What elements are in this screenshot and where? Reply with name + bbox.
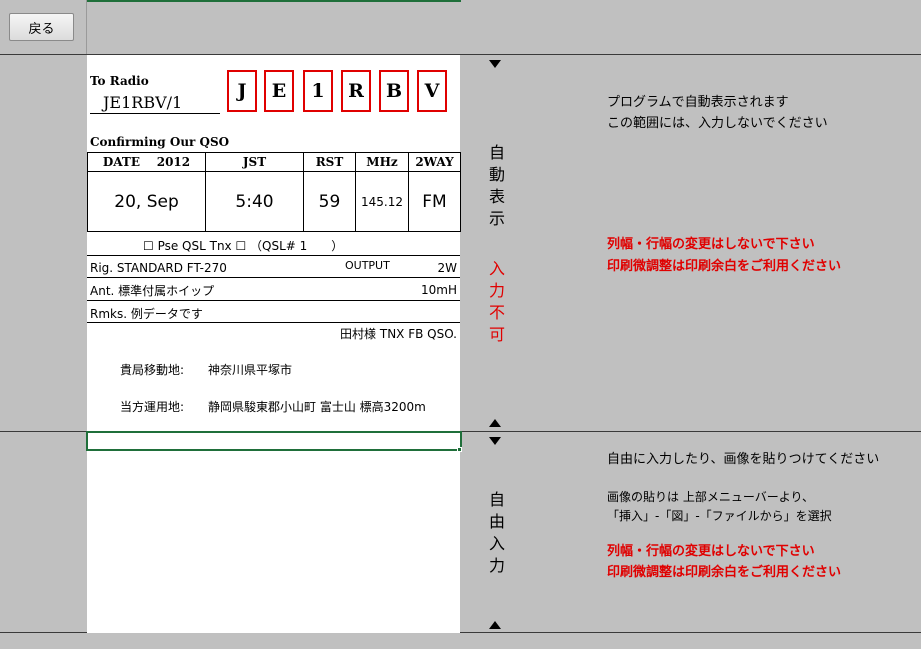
free-note-line: 画像の貼りは 上部メニューバーより、 bbox=[607, 490, 814, 504]
free-input-char: 入 bbox=[488, 534, 505, 553]
year-header-label: 2012 bbox=[156, 155, 191, 169]
callsign-letter-box: V bbox=[417, 70, 447, 112]
callsign-letter-box: R bbox=[341, 70, 371, 112]
range-end-arrow-icon bbox=[489, 621, 501, 629]
no-input-char: 不 bbox=[488, 303, 505, 322]
qso-table: DATE 2012 JST RST MHz 2WAY 20, Sep 5:40 … bbox=[87, 152, 461, 232]
mode-header: 2WAY bbox=[408, 152, 461, 172]
remarks-text: Rmks. 例データです bbox=[90, 307, 203, 321]
thanks-text: 田村様 TNX FB QSO. bbox=[340, 327, 457, 341]
callsign-letter-box: B bbox=[379, 70, 409, 112]
jst-header: JST bbox=[205, 152, 304, 172]
no-input-char: 力 bbox=[488, 281, 505, 300]
free-input-char: 自 bbox=[488, 490, 505, 509]
mhz-header: MHz bbox=[355, 152, 409, 172]
back-button[interactable]: 戻る bbox=[9, 13, 74, 41]
row-divider bbox=[87, 322, 460, 323]
antenna-text: Ant. 標準付属ホイップ bbox=[90, 284, 215, 298]
output-label: OUTPUT bbox=[345, 259, 390, 272]
date-value: 20, Sep bbox=[87, 171, 206, 232]
auto-note-line: プログラムで自動表示されます bbox=[607, 95, 789, 110]
callsign-underline bbox=[90, 113, 220, 114]
callsign-text: JE1RBV/1 bbox=[103, 93, 183, 112]
row-divider bbox=[87, 277, 460, 278]
range-end-arrow-icon bbox=[489, 419, 501, 427]
date-header-label: DATE bbox=[102, 155, 140, 169]
free-input-label: 自 由 入 力 bbox=[486, 489, 508, 577]
our-location-label: 当方運用地: bbox=[120, 400, 185, 414]
row-divider bbox=[87, 300, 460, 301]
confirming-qso-label: Confirming Our QSO bbox=[90, 135, 230, 149]
auto-display-char: 示 bbox=[488, 209, 505, 228]
output-value: 2W bbox=[437, 261, 458, 275]
qsl-request-line: ☐ Pse QSL Tnx ☐ （QSL# 1 ） bbox=[143, 239, 344, 253]
callsign-letter-box: J bbox=[227, 70, 257, 112]
no-input-char: 入 bbox=[488, 259, 505, 278]
auto-display-char: 表 bbox=[488, 187, 505, 206]
antenna-height: 10mH bbox=[421, 283, 457, 297]
to-radio-label: To Radio bbox=[90, 74, 149, 88]
auto-note-line: この範囲には、入力しないでください bbox=[607, 116, 828, 131]
no-input-label: 入 力 不 可 bbox=[486, 258, 508, 346]
rig-text: Rig. STANDARD FT-270 bbox=[90, 261, 227, 275]
row-divider bbox=[87, 255, 460, 256]
callsign-letter-box: E bbox=[264, 70, 294, 112]
free-input-char: 由 bbox=[488, 512, 505, 531]
warning-note-line: 印刷微調整は印刷余白をご利用ください bbox=[607, 259, 842, 274]
fill-handle[interactable] bbox=[457, 447, 462, 452]
range-start-arrow-icon bbox=[489, 437, 501, 445]
auto-display-char: 自 bbox=[488, 143, 505, 162]
mode-value: FM bbox=[408, 171, 461, 232]
callsign-letter-box: 1 bbox=[303, 70, 333, 112]
rst-value: 59 bbox=[303, 171, 356, 232]
warning-note-line: 印刷微調整は印刷余白をご利用ください bbox=[607, 565, 842, 580]
auto-display-label: 自 動 表 示 bbox=[486, 142, 508, 230]
free-input-char: 力 bbox=[488, 556, 505, 575]
my-location-label: 貴局移動地: bbox=[120, 363, 185, 377]
selected-cell[interactable] bbox=[86, 431, 462, 451]
jst-value: 5:40 bbox=[205, 171, 304, 232]
no-input-char: 可 bbox=[488, 325, 505, 344]
mhz-value: 145.12 bbox=[355, 171, 409, 232]
free-note-line: 「挿入」-「図」-「ファイルから」を選択 bbox=[607, 509, 832, 523]
column-separator bbox=[86, 0, 87, 55]
warning-note-line: 列幅・行幅の変更はしないで下さい bbox=[607, 237, 815, 252]
sheet-top-border bbox=[86, 0, 461, 2]
rst-header: RST bbox=[303, 152, 356, 172]
free-note-line: 自由に入力したり、画像を貼りつけてください bbox=[607, 452, 880, 467]
range-start-arrow-icon bbox=[489, 60, 501, 68]
auto-display-char: 動 bbox=[488, 165, 505, 184]
warning-note-line: 列幅・行幅の変更はしないで下さい bbox=[607, 544, 815, 559]
my-location: 神奈川県平塚市 bbox=[208, 363, 293, 377]
qsl-card: To Radio JE1RBV/1 J E 1 R B V Confirming… bbox=[87, 55, 461, 633]
date-header: DATE 2012 bbox=[87, 152, 206, 172]
our-location: 静岡県駿東郡小山町 富士山 標高3200m bbox=[208, 400, 426, 414]
qso-value-row: 20, Sep 5:40 59 145.12 FM bbox=[87, 171, 461, 232]
qso-header-row: DATE 2012 JST RST MHz 2WAY bbox=[87, 152, 461, 172]
